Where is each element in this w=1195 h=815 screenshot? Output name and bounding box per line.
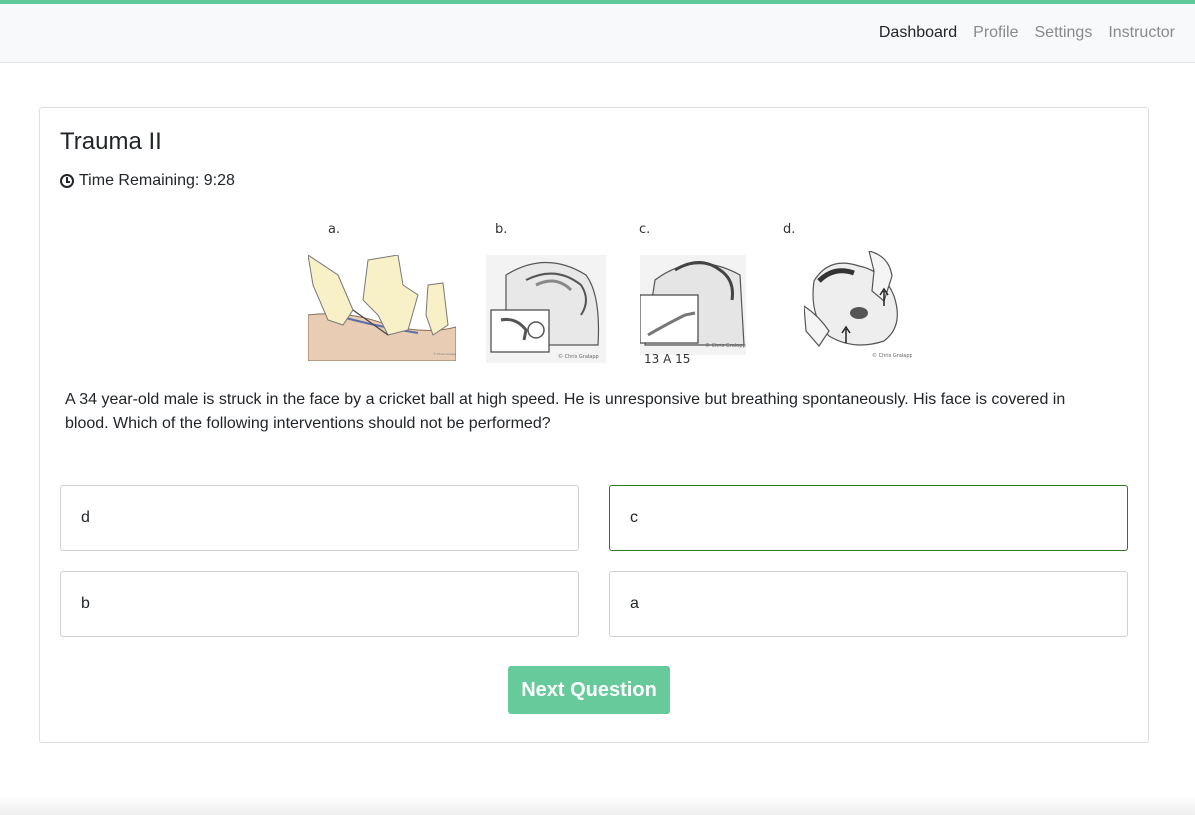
next-question-button[interactable]: Next Question bbox=[508, 666, 670, 714]
footer-fade bbox=[0, 795, 1195, 815]
quiz-title: Trauma II bbox=[60, 128, 162, 155]
nav-profile[interactable]: Profile bbox=[973, 24, 1018, 42]
illustration-a-needle-decompression: © Chris Gralapp bbox=[308, 255, 456, 361]
illustration-b-oropharyngeal-airway: © Chris Gralapp bbox=[486, 255, 606, 363]
question-figure: a. b. c. d. © Chris Gralapp © Chris Gral… bbox=[306, 215, 912, 363]
figure-credit-a: © Chris Gralapp bbox=[433, 352, 456, 356]
figure-label-b: b. bbox=[495, 222, 508, 237]
figure-credit-d: © Chris Gralapp bbox=[872, 352, 912, 359]
answer-option-b[interactable]: b bbox=[60, 571, 579, 637]
answer-option-c[interactable]: c bbox=[609, 485, 1128, 551]
timer: Time Remaining: 9:28 bbox=[60, 172, 235, 190]
figure-caption-partial: 13 A 15 bbox=[644, 352, 690, 363]
answer-option-a[interactable]: a bbox=[609, 571, 1128, 637]
question-text: A 34 year-old male is struck in the face… bbox=[65, 391, 1066, 432]
nav-links: Dashboard Profile Settings Instructor bbox=[879, 24, 1175, 42]
illustration-c-nasopharyngeal-airway: © Chris Gralapp 13 A 15 bbox=[640, 255, 746, 363]
clock-icon bbox=[60, 174, 74, 188]
figure-label-a: a. bbox=[328, 222, 341, 237]
quiz-card: Trauma II Time Remaining: 9:28 a. b. c. … bbox=[39, 107, 1149, 743]
figure-credit-c: © Chris Gralapp bbox=[705, 342, 746, 349]
navbar: Dashboard Profile Settings Instructor bbox=[0, 4, 1195, 63]
nav-instructor[interactable]: Instructor bbox=[1108, 24, 1175, 42]
answer-option-d[interactable]: d bbox=[60, 485, 579, 551]
nav-dashboard[interactable]: Dashboard bbox=[879, 24, 957, 42]
illustration-d-jaw-thrust: © Chris Gralapp bbox=[804, 251, 912, 359]
figure-label-c: c. bbox=[639, 222, 651, 237]
figure-label-d: d. bbox=[783, 222, 796, 237]
nav-settings[interactable]: Settings bbox=[1035, 24, 1093, 42]
timer-text: Time Remaining: 9:28 bbox=[79, 172, 235, 189]
figure-credit-b: © Chris Gralapp bbox=[558, 353, 599, 360]
